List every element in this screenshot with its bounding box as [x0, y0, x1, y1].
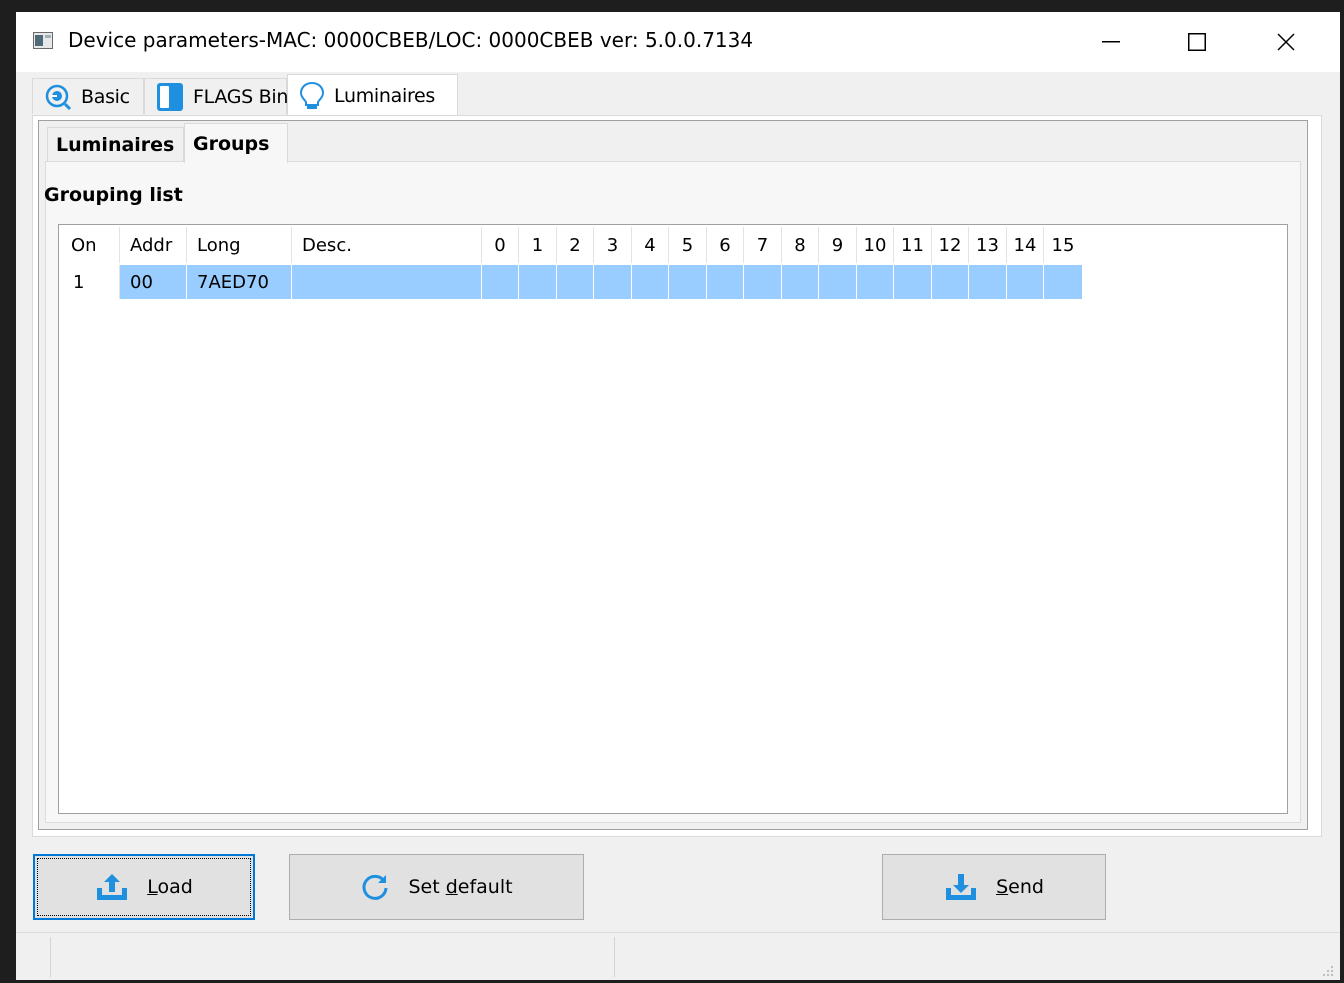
- subtab-luminaires[interactable]: Luminaires: [47, 127, 184, 161]
- cell-group[interactable]: [594, 265, 632, 299]
- cell-group[interactable]: [1007, 265, 1044, 299]
- cell-on[interactable]: 1: [61, 265, 120, 299]
- window-title: Device parameters-MAC: 0000CBEB/LOC: 000…: [68, 28, 754, 52]
- device-parameters-window: Device parameters-MAC: 0000CBEB/LOC: 000…: [16, 12, 1340, 980]
- cell-group[interactable]: [669, 265, 707, 299]
- tab-basic-label: Basic: [81, 85, 130, 108]
- title-bar[interactable]: Device parameters-MAC: 0000CBEB/LOC: 000…: [16, 12, 1340, 72]
- load-button-label: Load: [147, 876, 193, 898]
- refresh-icon: [360, 872, 390, 902]
- maximize-icon: [1188, 33, 1206, 51]
- cell-group[interactable]: [482, 265, 519, 299]
- cell-group[interactable]: [557, 265, 594, 299]
- col-header-group[interactable]: 7: [744, 227, 782, 263]
- col-header-group[interactable]: 4: [632, 227, 669, 263]
- col-header-group[interactable]: 2: [557, 227, 594, 263]
- col-header-group[interactable]: 15: [1044, 227, 1082, 263]
- cell-group[interactable]: [819, 265, 857, 299]
- send-button[interactable]: Send: [882, 854, 1106, 920]
- send-button-label: Send: [996, 876, 1044, 898]
- subtab-groups-label: Groups: [193, 132, 270, 155]
- col-header-group[interactable]: 6: [707, 227, 744, 263]
- col-header-group[interactable]: 12: [932, 227, 969, 263]
- network-icon: [43, 82, 73, 112]
- col-header-group[interactable]: 11: [894, 227, 932, 263]
- col-header-group[interactable]: 3: [594, 227, 632, 263]
- minimize-icon: [1102, 41, 1120, 43]
- status-divider: [50, 937, 51, 977]
- tab-luminaires-label: Luminaires: [334, 84, 436, 107]
- app-icon: [33, 32, 53, 49]
- tab-flags-bin-label: FLAGS Bin: [193, 85, 289, 108]
- col-header-group[interactable]: 8: [782, 227, 819, 263]
- load-button[interactable]: Load: [33, 854, 255, 920]
- close-button[interactable]: [1243, 12, 1329, 72]
- close-icon: [1277, 33, 1295, 51]
- status-bar: [16, 932, 1340, 980]
- grouping-list-title: Grouping list: [44, 184, 183, 206]
- tab-flags-bin[interactable]: FLAGS Bin: [144, 78, 289, 114]
- resize-grip-icon[interactable]: [1322, 965, 1334, 977]
- cell-group[interactable]: [782, 265, 819, 299]
- cell-desc[interactable]: [292, 265, 482, 299]
- flags-icon: [155, 82, 185, 112]
- subtab-groups[interactable]: Groups: [184, 123, 288, 163]
- cell-group[interactable]: [519, 265, 557, 299]
- tab-basic[interactable]: Basic: [32, 78, 144, 114]
- status-divider: [614, 937, 615, 977]
- upload-icon: [95, 872, 129, 902]
- bulb-icon: [298, 81, 326, 111]
- col-header-group[interactable]: 10: [857, 227, 894, 263]
- cell-long[interactable]: 7AED70: [187, 265, 292, 299]
- cell-group[interactable]: [744, 265, 782, 299]
- cell-group[interactable]: [894, 265, 932, 299]
- tab-luminaires[interactable]: Luminaires: [287, 74, 458, 116]
- cell-group[interactable]: [857, 265, 894, 299]
- col-header-desc[interactable]: Desc.: [292, 227, 482, 263]
- minimize-button[interactable]: [1068, 12, 1154, 72]
- cell-group[interactable]: [969, 265, 1007, 299]
- subtab-luminaires-label: Luminaires: [56, 133, 175, 156]
- col-header-on[interactable]: On: [61, 227, 120, 263]
- maximize-button[interactable]: [1154, 12, 1240, 72]
- download-icon: [944, 872, 978, 902]
- cell-group[interactable]: [632, 265, 669, 299]
- cell-addr[interactable]: 00: [120, 265, 187, 299]
- cell-group[interactable]: [1044, 265, 1082, 299]
- col-header-group[interactable]: 0: [482, 227, 519, 263]
- col-header-addr[interactable]: Addr: [120, 227, 187, 263]
- col-header-group[interactable]: 1: [519, 227, 557, 263]
- cell-group[interactable]: [932, 265, 969, 299]
- set-default-button-label: Set default: [408, 876, 513, 898]
- grouping-list-grid[interactable]: On Addr Long Desc. 0 1 2 3 4 5 6 7 8 9 1…: [58, 224, 1288, 814]
- cell-group[interactable]: [707, 265, 744, 299]
- col-header-group[interactable]: 14: [1007, 227, 1044, 263]
- col-header-group[interactable]: 9: [819, 227, 857, 263]
- set-default-button[interactable]: Set default: [289, 854, 584, 920]
- col-header-group[interactable]: 13: [969, 227, 1007, 263]
- col-header-group[interactable]: 5: [669, 227, 707, 263]
- col-header-long[interactable]: Long: [187, 227, 292, 263]
